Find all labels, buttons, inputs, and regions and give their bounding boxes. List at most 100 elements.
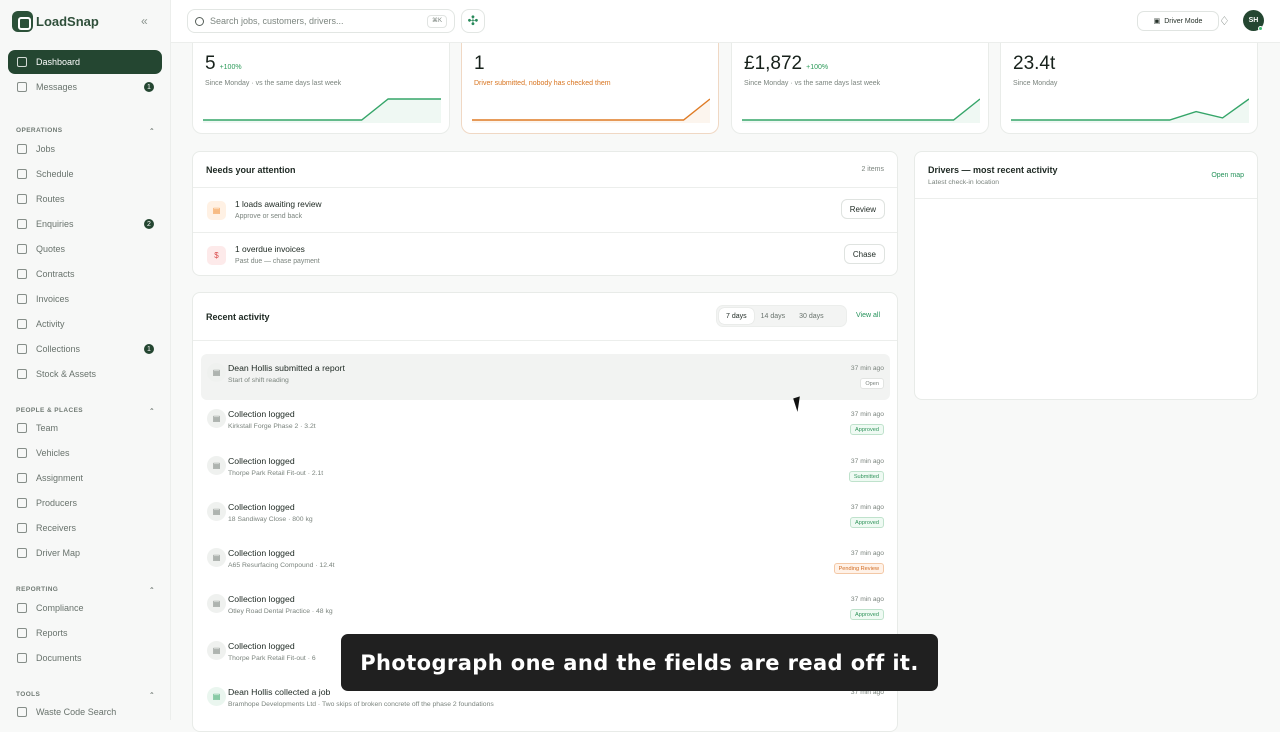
sidebar-item-driver-map[interactable]: Driver Map: [8, 541, 162, 565]
briefcase-icon: [17, 144, 27, 154]
activity-title: Collection logged: [228, 594, 295, 605]
sidebar-section-tools[interactable]: TOOLS ⌃: [16, 691, 155, 699]
view-all-link[interactable]: View all: [856, 312, 880, 319]
sidebar-item-dashboard[interactable]: Dashboard: [8, 50, 162, 74]
list-item[interactable]: ▤ Collection logged A65 Resurfacing Compou…: [201, 539, 890, 585]
clipboard-icon: ▤: [207, 687, 226, 707]
sparkline-line: [472, 98, 710, 121]
sidebar-item-documents[interactable]: Documents: [8, 646, 162, 670]
sidebar-item-label: Receivers: [36, 523, 77, 533]
sidebar-item-assignment[interactable]: Assignment: [8, 466, 162, 490]
brand-logo[interactable]: LoadSnap: [12, 11, 99, 32]
pin-icon: [17, 498, 27, 508]
truck-icon: [17, 448, 27, 458]
status-badge: Pending Review: [833, 563, 884, 575]
pound-icon: $: [207, 246, 226, 265]
activity-title: Dean Hollis submitted a report: [228, 363, 345, 373]
sidebar-item-label: Routes: [36, 194, 65, 204]
collapse-sidebar-icon[interactable]: «: [141, 14, 148, 28]
sidebar-item-reports[interactable]: Reports: [8, 621, 162, 645]
attention-row-subtitle: Approve or send back: [235, 213, 303, 220]
sidebar-item-activity[interactable]: Activity: [8, 312, 162, 336]
sidebar-item-schedule[interactable]: Schedule: [8, 162, 162, 186]
range-14-days[interactable]: 14 days: [754, 308, 793, 324]
search-icon: [17, 707, 27, 717]
activity-title: Collection logged: [228, 640, 295, 651]
drivers-activity-card: Drivers — most recent activity Latest ch…: [914, 151, 1258, 400]
sidebar-item-quotes[interactable]: Quotes: [8, 237, 162, 261]
sidebar-item-collections[interactable]: Collections 1: [8, 337, 162, 361]
activity-title: Collection logged: [228, 501, 295, 512]
message-icon: [17, 82, 27, 92]
box-icon: [17, 369, 27, 379]
list-item[interactable]: ▤ Dean Hollis submitted a report Start of …: [201, 354, 890, 401]
chase-button[interactable]: Chase: [843, 244, 885, 264]
range-30-days[interactable]: 30 days: [792, 308, 831, 324]
list-item[interactable]: ▤ Collection logged 18 Sandiway Close · 80…: [201, 493, 890, 539]
chevron-up-icon: ⌃: [149, 587, 155, 594]
range-7-days[interactable]: 7 days: [719, 308, 754, 324]
inbox-icon: ▤: [207, 201, 226, 220]
sidebar-item-jobs[interactable]: Jobs: [8, 137, 162, 161]
status-badge: Approved: [850, 609, 884, 621]
sidebar-item-label: Activity: [36, 319, 65, 329]
search-icon: [195, 16, 204, 26]
recent-activity-title: Recent activity: [206, 312, 270, 322]
document-icon: ▤: [207, 594, 226, 614]
activity-time: 37 min ago: [850, 503, 884, 511]
activity-title: Collection logged: [228, 455, 295, 466]
sidebar-item-label: Waste Code Search: [36, 707, 117, 717]
activity-subtitle: 18 Sandiway Close · 800 kg: [228, 515, 313, 523]
document-icon: ▤: [207, 548, 226, 568]
contract-icon: [17, 269, 27, 279]
sidebar-item-enquiries[interactable]: Enquiries 2: [8, 212, 162, 236]
open-map-link[interactable]: Open map: [1211, 172, 1244, 179]
sidebar-item-vehicles[interactable]: Vehicles: [8, 441, 162, 465]
user-initials: SH: [1248, 17, 1259, 24]
shortcut-badge: ⌘K: [426, 14, 447, 28]
shield-icon: [17, 603, 27, 613]
sidebar-item-contracts[interactable]: Contracts: [8, 262, 162, 286]
count-badge: 1: [144, 82, 154, 92]
activity-time: 37 min ago: [850, 550, 884, 558]
chevron-up-icon: ⌃: [149, 692, 155, 699]
activity-title: Dean Hollis collected a job: [228, 687, 331, 698]
attention-count: 2 items: [861, 166, 884, 173]
stat-note: Since Monday: [1013, 80, 1058, 87]
notification-bell-icon[interactable]: ♢: [1219, 14, 1230, 28]
list-item[interactable]: ▤ Collection logged Otley Road Dental Prac…: [201, 585, 890, 631]
sidebar-item-stock-assets[interactable]: Stock & Assets: [8, 362, 162, 386]
search-input[interactable]: Search jobs, customers, drivers... ⌘K: [187, 9, 455, 33]
sidebar-item-routes[interactable]: Routes: [8, 187, 162, 211]
ai-sparkle-button[interactable]: ✣: [461, 9, 485, 33]
stat-value: 5: [205, 53, 216, 74]
list-item[interactable]: ▤ Collection logged Kirkstall Forge Phase …: [201, 400, 890, 446]
sidebar-item-compliance[interactable]: Compliance: [8, 596, 162, 620]
status-badge: Open: [860, 378, 884, 389]
sidebar-section-reporting[interactable]: REPORTING ⌃: [16, 586, 155, 594]
sidebar-item-producers[interactable]: Producers: [8, 491, 162, 515]
activity-time: 37 min ago: [850, 596, 884, 604]
sidebar-section-operations[interactable]: OPERATIONS ⌃: [16, 127, 155, 135]
map-icon: [17, 548, 27, 558]
sidebar-item-messages[interactable]: Messages 1: [8, 75, 162, 99]
activity-time: 37 min ago: [850, 457, 884, 465]
sidebar-item-label: Schedule: [36, 169, 74, 179]
sidebar-section-people-places[interactable]: PEOPLE & PLACES ⌃: [16, 407, 155, 415]
sidebar-item-invoices[interactable]: Invoices: [8, 287, 162, 311]
sidebar-item-waste-code-search[interactable]: Waste Code Search: [8, 700, 162, 724]
stat-note: Since Monday · vs the same days last wee…: [744, 80, 881, 87]
list-item[interactable]: ▤ Collection logged Thorpe Park Retail Fit…: [201, 447, 890, 493]
sidebar-item-label: Vehicles: [36, 448, 70, 458]
driver-mode-button[interactable]: ▣ Driver Mode: [1137, 11, 1219, 31]
sidebar-item-receivers[interactable]: Receivers: [8, 516, 162, 540]
activity-subtitle: Start of shift reading: [228, 377, 289, 384]
section-label: TOOLS: [16, 691, 41, 698]
route-icon: [17, 194, 27, 204]
review-button[interactable]: Review: [840, 199, 885, 219]
avatar[interactable]: SH: [1243, 10, 1264, 31]
count-badge: 2: [144, 219, 154, 229]
sidebar-item-team[interactable]: Team: [8, 416, 162, 440]
attention-row-subtitle: Past due — chase payment: [235, 258, 320, 265]
attention-row-title: 1 overdue invoices: [235, 244, 305, 254]
